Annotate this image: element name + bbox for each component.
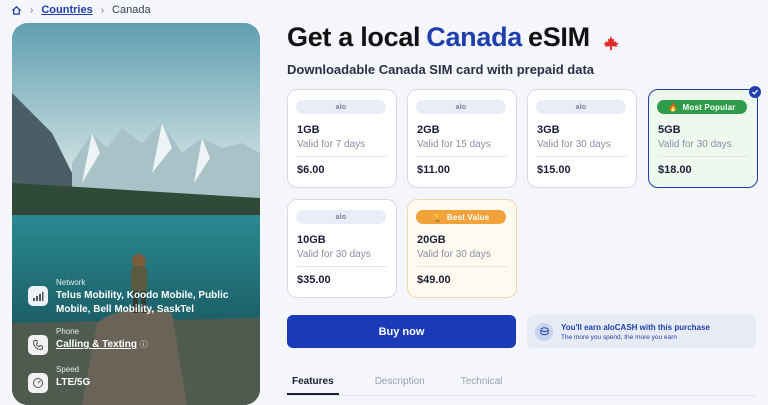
alo-badge: alo bbox=[296, 100, 386, 114]
earn-subtitle: The more you spend, the more you earn bbox=[561, 333, 677, 341]
info-circle-icon[interactable]: ⓘ bbox=[140, 340, 148, 349]
tab-features[interactable]: Features bbox=[287, 366, 339, 395]
plan-card-20gb[interactable]: 🏆 Best Value 20GB Valid for 30 days $49.0… bbox=[407, 199, 517, 298]
plan-price: $15.00 bbox=[537, 164, 571, 176]
phone-label: Phone bbox=[56, 327, 80, 336]
breadcrumb-countries-link[interactable]: Countries bbox=[41, 4, 92, 16]
title-suffix: eSIM bbox=[528, 22, 590, 52]
divider bbox=[658, 156, 748, 157]
most-popular-badge: 🔥 Most Popular bbox=[657, 100, 747, 114]
plan-data: 2GB bbox=[417, 124, 440, 136]
divider bbox=[297, 156, 387, 157]
phone-row: Phone Calling & Texting ⓘ bbox=[28, 327, 250, 355]
tab-description[interactable]: Description bbox=[375, 366, 425, 395]
plan-validity: Valid for 7 days bbox=[297, 139, 366, 150]
plan-validity: Valid for 30 days bbox=[658, 139, 732, 150]
plan-data: 20GB bbox=[417, 234, 446, 246]
breadcrumb-current: Canada bbox=[112, 4, 151, 16]
plan-validity: Valid for 30 days bbox=[417, 249, 491, 260]
alocash-notice: You'll earn aloCASH with this purchase T… bbox=[527, 315, 756, 348]
most-popular-label: Most Popular bbox=[682, 102, 736, 112]
maple-leaf-icon bbox=[602, 29, 620, 50]
plan-data: 5GB bbox=[658, 124, 681, 136]
plan-data: 1GB bbox=[297, 124, 320, 136]
chevron-right-icon: › bbox=[100, 4, 105, 16]
best-value-label: Best Value bbox=[446, 212, 490, 222]
check-icon bbox=[749, 86, 761, 98]
plan-data: 3GB bbox=[537, 124, 560, 136]
network-value: Telus Mobility, Koodo Mobile, Public Mob… bbox=[56, 290, 229, 315]
home-icon[interactable] bbox=[10, 4, 22, 16]
divider bbox=[297, 266, 387, 267]
buy-now-button[interactable]: Buy now bbox=[287, 315, 516, 348]
fire-icon: 🔥 bbox=[668, 102, 679, 112]
plan-validity: Valid for 30 days bbox=[297, 249, 371, 260]
plan-data: 10GB bbox=[297, 234, 326, 246]
signal-icon bbox=[28, 286, 48, 306]
plan-price: $11.00 bbox=[417, 164, 451, 176]
plan-price: $35.00 bbox=[297, 274, 331, 286]
speed-label: Speed bbox=[56, 365, 80, 374]
plan-card-5gb-selected[interactable]: 🔥 Most Popular 5GB Valid for 30 days $18.… bbox=[648, 86, 761, 188]
page-subtitle: Downloadable Canada SIM card with prepai… bbox=[287, 62, 594, 77]
plan-card-3gb[interactable]: alo 3GB Valid for 30 days $15.00 bbox=[527, 89, 637, 188]
phone-value[interactable]: Calling & Texting bbox=[56, 339, 137, 350]
info-tabs: Features Description Technical bbox=[287, 366, 756, 396]
network-label: Network bbox=[56, 278, 86, 287]
alo-badge: alo bbox=[416, 100, 506, 114]
trophy-icon: 🏆 bbox=[432, 212, 443, 222]
earn-title: You'll earn aloCASH with this purchase bbox=[561, 322, 710, 332]
best-value-badge: 🏆 Best Value bbox=[416, 210, 506, 224]
plan-price: $49.00 bbox=[417, 274, 451, 286]
hero-image: Network Telus Mobility, Koodo Mobile, Pu… bbox=[12, 23, 260, 405]
phone-icon bbox=[28, 335, 48, 355]
plan-price: $6.00 bbox=[297, 164, 325, 176]
plan-validity: Valid for 15 days bbox=[417, 139, 491, 150]
title-country: Canada bbox=[426, 22, 522, 52]
plan-validity: Valid for 30 days bbox=[537, 139, 611, 150]
divider bbox=[417, 156, 507, 157]
alo-badge: alo bbox=[296, 210, 386, 224]
tab-technical[interactable]: Technical bbox=[461, 366, 503, 395]
alo-badge: alo bbox=[536, 100, 626, 114]
network-row: Network Telus Mobility, Koodo Mobile, Pu… bbox=[28, 278, 250, 317]
page-title: Get a local Canada eSIM bbox=[287, 22, 620, 53]
plan-price: $18.00 bbox=[658, 164, 692, 176]
speed-value: LTE/5G bbox=[56, 377, 91, 388]
plan-card-2gb[interactable]: alo 2GB Valid for 15 days $11.00 bbox=[407, 89, 517, 188]
coins-icon bbox=[535, 322, 553, 341]
divider bbox=[537, 156, 627, 157]
plan-card-1gb[interactable]: alo 1GB Valid for 7 days $6.00 bbox=[287, 89, 397, 188]
plan-card-10gb[interactable]: alo 10GB Valid for 30 days $35.00 bbox=[287, 199, 397, 298]
speed-row: Speed LTE/5G bbox=[28, 365, 250, 393]
breadcrumb: › Countries › Canada bbox=[10, 2, 151, 18]
speedometer-icon bbox=[28, 373, 48, 393]
divider bbox=[417, 266, 507, 267]
hero-info: Network Telus Mobility, Koodo Mobile, Pu… bbox=[28, 278, 250, 393]
chevron-right-icon: › bbox=[30, 4, 34, 16]
title-prefix: Get a local bbox=[287, 22, 421, 52]
